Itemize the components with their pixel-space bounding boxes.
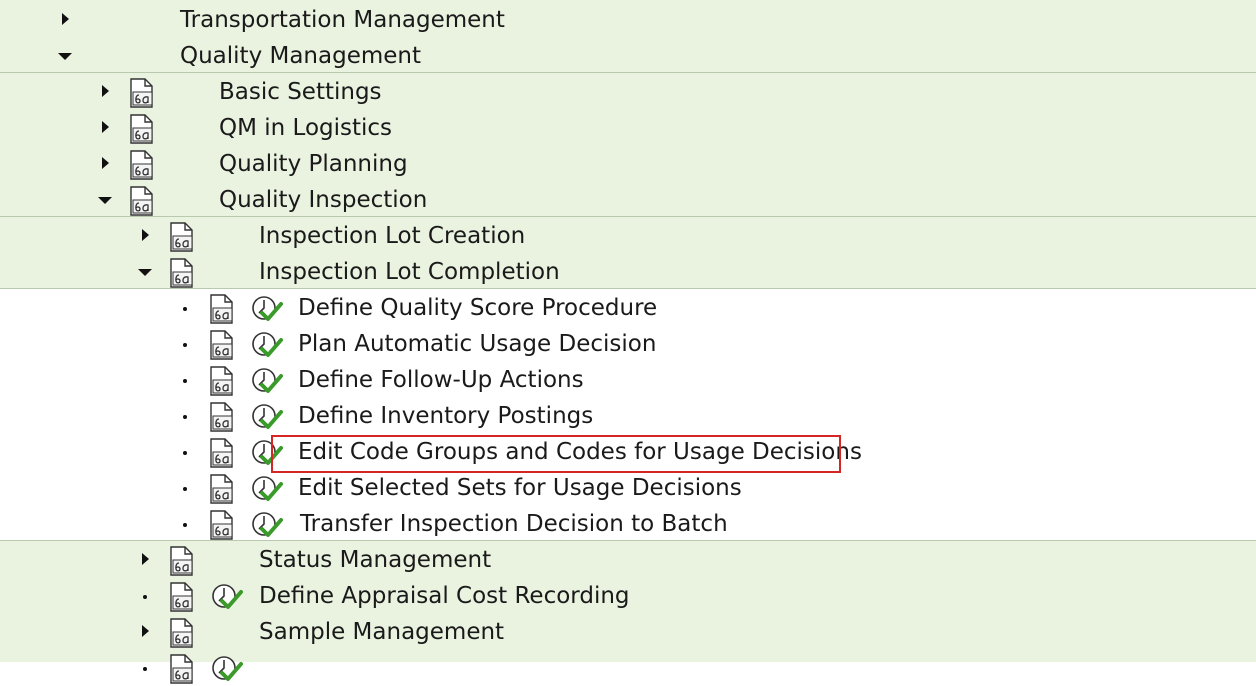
execute-activity-icon[interactable] [210,653,244,685]
documentation-icon[interactable] [168,545,198,577]
tree-node-label[interactable]: Define Follow-Up Actions [298,362,584,398]
tree-node-status-management[interactable]: Status Management [0,542,1256,578]
tree-node-label[interactable]: QM in Logistics [219,110,392,146]
tree-node-sample-management[interactable]: Sample Management [0,614,1256,650]
expand-arrow-icon[interactable] [137,218,157,254]
documentation-icon[interactable] [128,185,158,217]
tree-node-quality-planning[interactable]: Quality Planning [0,146,1256,182]
documentation-icon[interactable] [168,581,198,613]
documentation-icon[interactable] [208,509,238,541]
documentation-icon[interactable] [208,401,238,433]
collapse-arrow-icon[interactable] [97,182,117,218]
execute-activity-icon[interactable] [250,473,284,505]
documentation-icon[interactable] [208,365,238,397]
expand-arrow-icon[interactable] [57,2,77,38]
documentation-icon[interactable] [168,617,198,649]
tree-node-label[interactable]: Quality Inspection [219,182,427,218]
documentation-icon[interactable] [208,329,238,361]
bullet-icon [177,362,197,398]
expand-arrow-icon[interactable] [97,146,117,182]
tree-node-label[interactable]: Quality Management [180,38,421,74]
tree-node-qm-in-logistics[interactable]: QM in Logistics [0,110,1256,146]
execute-activity-icon[interactable] [250,401,284,433]
expand-arrow-icon[interactable] [97,110,117,146]
tree-node-inspection-lot-completion[interactable]: Inspection Lot Completion [0,254,1256,290]
bullet-icon [177,290,197,326]
tree-node-label[interactable]: Sample Management [259,614,504,650]
bullet-icon [137,650,157,686]
tree-node-label[interactable]: Transfer Inspection Decision to Batch [300,506,728,542]
tree-node-quality-inspection[interactable]: Quality Inspection [0,182,1256,218]
tree-node-quality-management[interactable]: Quality Management [0,38,1256,74]
documentation-icon[interactable] [168,221,198,253]
tree-node-label[interactable]: Quality Planning [219,146,408,182]
execute-activity-icon[interactable] [250,329,284,361]
tree-activity-define-inventory-postings[interactable]: Define Inventory Postings [0,398,1256,434]
documentation-icon[interactable] [208,293,238,325]
tree-node-label[interactable]: Edit Selected Sets for Usage Decisions [298,470,742,506]
tree-node-label[interactable]: Basic Settings [219,74,382,110]
execute-activity-icon[interactable] [250,365,284,397]
tree-activity-plan-automatic-usage-decision[interactable]: Plan Automatic Usage Decision [0,326,1256,362]
collapse-arrow-icon[interactable] [137,254,157,290]
documentation-icon[interactable] [128,149,158,181]
bullet-icon [177,398,197,434]
documentation-icon[interactable] [128,77,158,109]
tree-activity-edit-selected-sets[interactable]: Edit Selected Sets for Usage Decisions [0,470,1256,506]
documentation-icon[interactable] [208,473,238,505]
tree-node-partially-visible[interactable] [0,650,1256,686]
bullet-icon [177,470,197,506]
tree-node-transportation-management[interactable]: Transportation Management [0,2,1256,38]
tree-node-label[interactable]: Transportation Management [180,2,505,38]
execute-activity-icon[interactable] [250,509,284,541]
execute-activity-icon[interactable] [210,581,244,613]
bullet-icon [177,326,197,362]
collapse-arrow-icon[interactable] [57,38,77,74]
tree-node-label[interactable]: Define Quality Score Procedure [298,290,657,326]
documentation-icon[interactable] [128,113,158,145]
expand-arrow-icon[interactable] [137,614,157,650]
expand-arrow-icon[interactable] [97,74,117,110]
tree-activity-transfer-inspection-decision[interactable]: Transfer Inspection Decision to Batch [0,506,1256,542]
tree-activity-define-quality-score-procedure[interactable]: Define Quality Score Procedure [0,290,1256,326]
tree-activity-define-appraisal-cost-recording[interactable]: Define Appraisal Cost Recording [0,578,1256,614]
bullet-icon [177,434,197,470]
tree-activity-define-follow-up-actions[interactable]: Define Follow-Up Actions [0,362,1256,398]
bullet-icon [177,506,197,542]
documentation-icon[interactable] [208,437,238,469]
expand-arrow-icon[interactable] [137,542,157,578]
tree-node-basic-settings[interactable]: Basic Settings [0,74,1256,110]
tree-node-label[interactable]: Status Management [259,542,491,578]
execute-activity-icon[interactable] [250,293,284,325]
tree-node-label[interactable]: Define Appraisal Cost Recording [259,578,630,614]
tree-node-label[interactable]: Define Inventory Postings [298,398,593,434]
tree-node-label[interactable]: Inspection Lot Completion [259,254,560,290]
documentation-icon[interactable] [168,653,198,685]
tree-node-label[interactable]: Inspection Lot Creation [259,218,525,254]
tree-node-label[interactable]: Plan Automatic Usage Decision [298,326,656,362]
bullet-icon [137,578,157,614]
highlight-box [271,435,841,473]
tree-node-inspection-lot-creation[interactable]: Inspection Lot Creation [0,218,1256,254]
documentation-icon[interactable] [168,257,198,289]
